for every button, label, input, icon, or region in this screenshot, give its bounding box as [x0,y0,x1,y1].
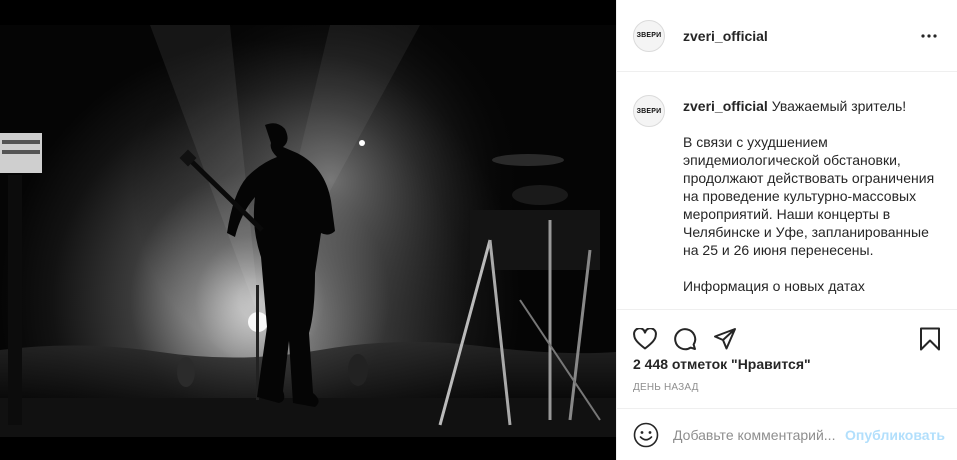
post-date[interactable]: День назад [633,382,699,393]
publish-button[interactable]: Опубликовать [845,427,945,443]
post-actions-bar [617,309,957,359]
comment-icon[interactable] [673,319,713,359]
heart-icon[interactable] [633,319,673,359]
avatar[interactable]: ЗВЕРИ [633,19,665,52]
comment-input[interactable] [673,426,846,443]
post-photo[interactable] [0,0,616,460]
post-header: ЗВЕРИ zveri_official [617,0,957,72]
add-comment-bar: Опубликовать [617,408,957,460]
post-caption: ЗВЕРИ zveri_official Уважаемый зритель! … [633,95,941,295]
avatar-text: ЗВЕРИ [636,32,662,39]
smiley-icon[interactable] [633,421,659,449]
header-username[interactable]: zveri_official [683,28,768,44]
caption-body: zveri_official Уважаемый зритель! В связ… [683,97,941,295]
caption-paragraph: В связи с ухудшением эпидемиологической … [683,134,935,258]
concert-photo-image [0,0,616,460]
caption-avatar-text: ЗВЕРИ [636,107,662,115]
caption-avatar[interactable]: ЗВЕРИ [633,95,665,127]
caption-greeting: Уважаемый зритель! [771,98,907,114]
bookmark-icon[interactable] [901,319,941,359]
share-icon[interactable] [713,319,753,359]
caption-username[interactable]: zveri_official [683,98,768,114]
comments-section[interactable]: ЗВЕРИ zveri_official Уважаемый зритель! … [617,73,957,308]
likes-count[interactable]: 2 448 отметок "Нравится" [633,356,811,372]
caption-next-line: Информация о новых датах [683,278,865,294]
more-options-icon[interactable] [917,24,941,48]
post-side-panel: ЗВЕРИ zveri_official ЗВЕРИ zveri_officia… [616,0,957,460]
